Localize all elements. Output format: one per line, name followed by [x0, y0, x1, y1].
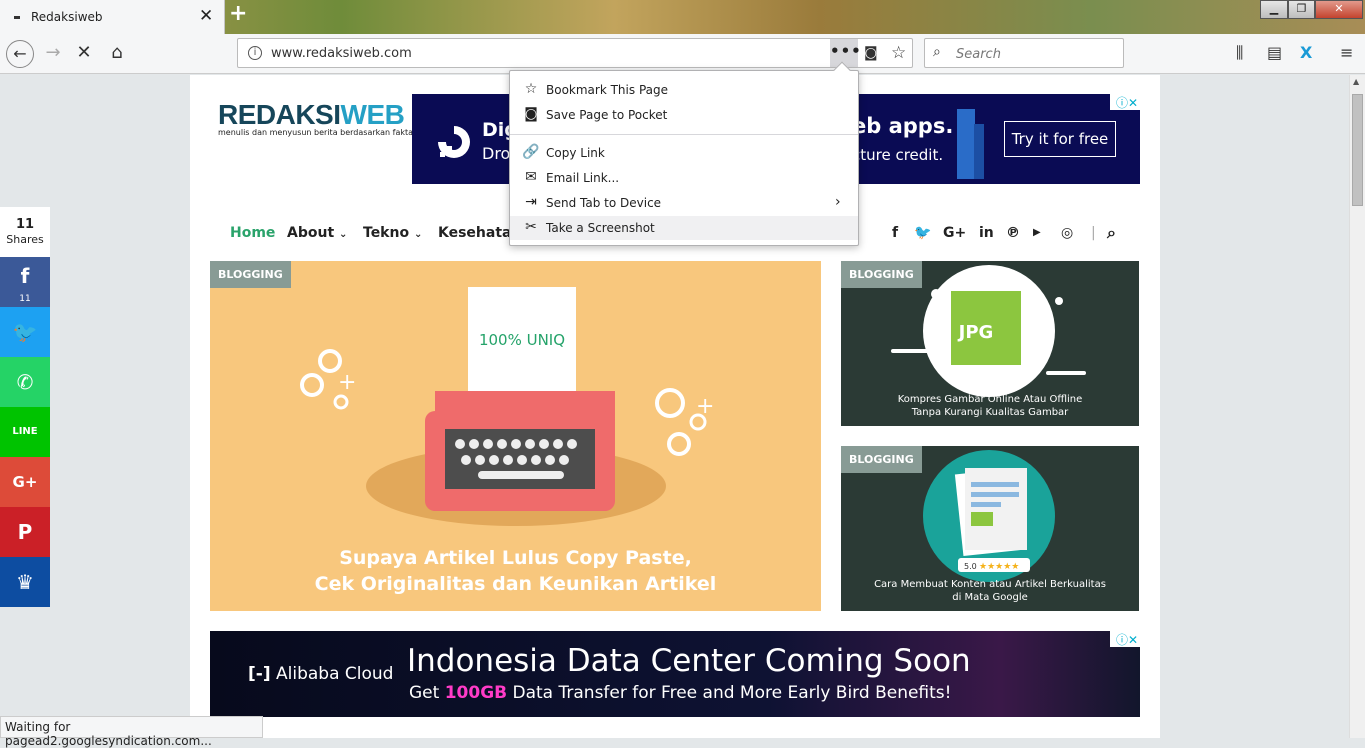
featured-post[interactable]: BLOGGING 100% UNIQ + + Supaya Artikel Lu…	[210, 261, 821, 611]
facebook-share-button[interactable]: f 11	[0, 257, 50, 307]
ad-choices-icon[interactable]: ⓘ✕	[1110, 94, 1140, 110]
back-button[interactable]: ←	[6, 40, 34, 68]
pocket-icon: ◙	[524, 106, 538, 122]
svg-text:+: +	[338, 370, 356, 395]
side-post-2[interactable]: BLOGGING 5.0 ★★★★★ Cara Membuat Konten a…	[841, 446, 1139, 611]
vertical-scrollbar[interactable]: ▲	[1349, 75, 1365, 738]
menu-bookmark-page[interactable]: ☆ Bookmark This Page	[510, 78, 858, 102]
facebook-icon[interactable]: f	[892, 225, 898, 241]
google-plus-share-button[interactable]: G+	[0, 457, 50, 507]
scroll-up-icon[interactable]: ▲	[1353, 77, 1359, 86]
side-caption-1b[interactable]: Tanpa Kurangi Kualitas Gambar	[841, 406, 1139, 419]
tab-close-icon[interactable]: ✕	[199, 6, 213, 26]
minimize-button[interactable]: ▁	[1260, 0, 1288, 19]
maximize-button[interactable]: ❐	[1288, 0, 1315, 19]
svg-text:+: +	[696, 394, 714, 419]
chevron-down-icon: ⌄	[413, 229, 423, 240]
nav-tekno[interactable]: Tekno ⌄	[363, 225, 422, 241]
ad-headline-right: eb apps.	[852, 114, 954, 138]
alibaba-cloud-brand: [-] Alibaba Cloud	[248, 664, 394, 684]
ad-subline: Get 100GB Data Transfer for Free and Mor…	[409, 683, 952, 703]
pinterest-icon[interactable]: ℗	[1006, 225, 1020, 241]
stop-icon[interactable]: ✕	[70, 40, 98, 68]
google-plus-icon[interactable]: G+	[943, 225, 966, 241]
twitter-icon[interactable]: 🐦	[914, 225, 931, 241]
menu-email-link[interactable]: ✉ Email Link...	[510, 166, 858, 190]
nav-about[interactable]: About ⌄	[287, 225, 347, 241]
url-bar[interactable]: i www.redaksiweb.com ••• ◙ ☆	[237, 38, 913, 68]
site-logo[interactable]: REDAKSIWEB menulis dan menyusun berita b…	[218, 99, 413, 137]
tab-favicon	[14, 16, 20, 19]
alibaba-logo-icon: [-]	[248, 664, 271, 684]
instagram-icon[interactable]: ◎	[1061, 225, 1073, 241]
pinterest-share-button[interactable]: P	[0, 507, 50, 557]
menu-copy-link[interactable]: 🔗 Copy Link	[510, 141, 858, 165]
forward-button[interactable]: →	[39, 40, 67, 68]
logo-dark: REDAKSI	[218, 99, 341, 130]
digitalocean-logo-icon	[438, 126, 470, 158]
svg-text:★★★★★: ★★★★★	[979, 562, 1019, 572]
active-tab[interactable]: Redaksiweb ✕	[0, 0, 225, 35]
send-device-icon: ⇥	[525, 194, 537, 210]
page-actions-menu: ☆ Bookmark This Page ◙ Save Page to Pock…	[509, 61, 859, 246]
ad-sub-left: Dro	[482, 144, 511, 163]
search-placeholder: Search	[956, 47, 1001, 62]
logo-light: WEB	[340, 99, 405, 130]
new-tab-button[interactable]: +	[229, 1, 247, 26]
star-icon: ☆	[524, 81, 538, 97]
tab-strip: Redaksiweb ✕ + ▁ ❐ ✕	[0, 0, 1365, 35]
ad-headline: Indonesia Data Center Coming Soon	[407, 643, 971, 679]
chevron-down-icon: ⌄	[339, 229, 348, 240]
navigation-toolbar: ← → ✕ ⌂ i www.redaksiweb.com ••• ◙ ☆ ⌕ S…	[0, 34, 1365, 74]
jpg-label: JPG	[957, 322, 994, 343]
nav-home[interactable]: Home	[230, 225, 275, 241]
share-count: 11 Shares	[0, 207, 50, 257]
featured-caption-2[interactable]: Cek Originalitas dan Keunikan Artikel	[210, 573, 821, 595]
whatsapp-share-button[interactable]: ✆	[0, 357, 50, 407]
search-field[interactable]: ⌕ Search	[924, 38, 1124, 68]
side-caption-2b[interactable]: di Mata Google	[841, 591, 1139, 604]
menu-take-screenshot[interactable]: ✂ Take a Screenshot	[510, 216, 858, 240]
linkedin-icon[interactable]: in	[979, 225, 994, 241]
tab-title: Redaksiweb	[31, 10, 103, 24]
bottom-banner-ad[interactable]: [-] Alibaba Cloud Indonesia Data Center …	[210, 631, 1140, 717]
home-icon[interactable]: ⌂	[103, 40, 131, 68]
site-info-icon[interactable]: i	[248, 46, 262, 60]
divider: |	[1091, 225, 1096, 241]
pocket-icon[interactable]: ◙	[864, 45, 878, 61]
extension-icon[interactable]: X	[1300, 43, 1312, 62]
try-free-button[interactable]: Try it for free	[1004, 121, 1116, 157]
ad-choices-icon[interactable]: ⓘ✕	[1110, 631, 1140, 647]
sumo-share-button[interactable]: ♛	[0, 557, 50, 607]
hamburger-menu-icon[interactable]: ≡	[1340, 43, 1353, 62]
side-post-1[interactable]: BLOGGING JPG Kompres Gambar Online Atau …	[841, 261, 1139, 426]
sidebar-icon[interactable]: ▤	[1267, 43, 1282, 62]
share-bar: 11 Shares f 11 🐦 ✆ LINE G+ P ♛	[0, 207, 50, 607]
scissors-icon: ✂	[525, 219, 537, 235]
menu-separator	[510, 134, 858, 135]
menu-send-tab[interactable]: ⇥ Send Tab to Device ›	[510, 191, 858, 215]
url-text[interactable]: www.redaksiweb.com	[271, 46, 412, 61]
featured-caption-1[interactable]: Supaya Artikel Lulus Copy Paste,	[210, 547, 821, 569]
twitter-share-button[interactable]: 🐦	[0, 307, 50, 357]
link-icon: 🔗	[522, 144, 540, 160]
side-caption-1a[interactable]: Kompres Gambar Online Atau Offline	[841, 393, 1139, 406]
envelope-icon: ✉	[525, 169, 537, 185]
paper-label: 100% UNIQ	[479, 331, 565, 349]
search-icon[interactable]: ⌕	[1107, 223, 1116, 243]
chevron-right-icon: ›	[835, 194, 841, 210]
ad-sub-right: cture credit.	[852, 146, 944, 164]
library-icon[interactable]: ⫼	[1236, 43, 1243, 63]
close-window-button[interactable]: ✕	[1315, 0, 1363, 19]
menu-save-to-pocket[interactable]: ◙ Save Page to Pocket	[510, 103, 858, 127]
bookmark-star-icon[interactable]: ☆	[891, 43, 906, 63]
scrollbar-thumb[interactable]	[1352, 94, 1363, 206]
rating-label: 5.0	[964, 562, 977, 571]
logo-tagline: menulis dan menyusun berita berdasarkan …	[218, 128, 414, 137]
status-bar: Waiting for pagead2.googlesyndication.co…	[0, 716, 263, 748]
line-share-button[interactable]: LINE	[0, 407, 50, 457]
youtube-icon[interactable]: ▶	[1033, 227, 1041, 238]
side-caption-2a[interactable]: Cara Membuat Konten atau Artikel Berkual…	[841, 578, 1139, 591]
search-icon: ⌕	[933, 44, 941, 60]
